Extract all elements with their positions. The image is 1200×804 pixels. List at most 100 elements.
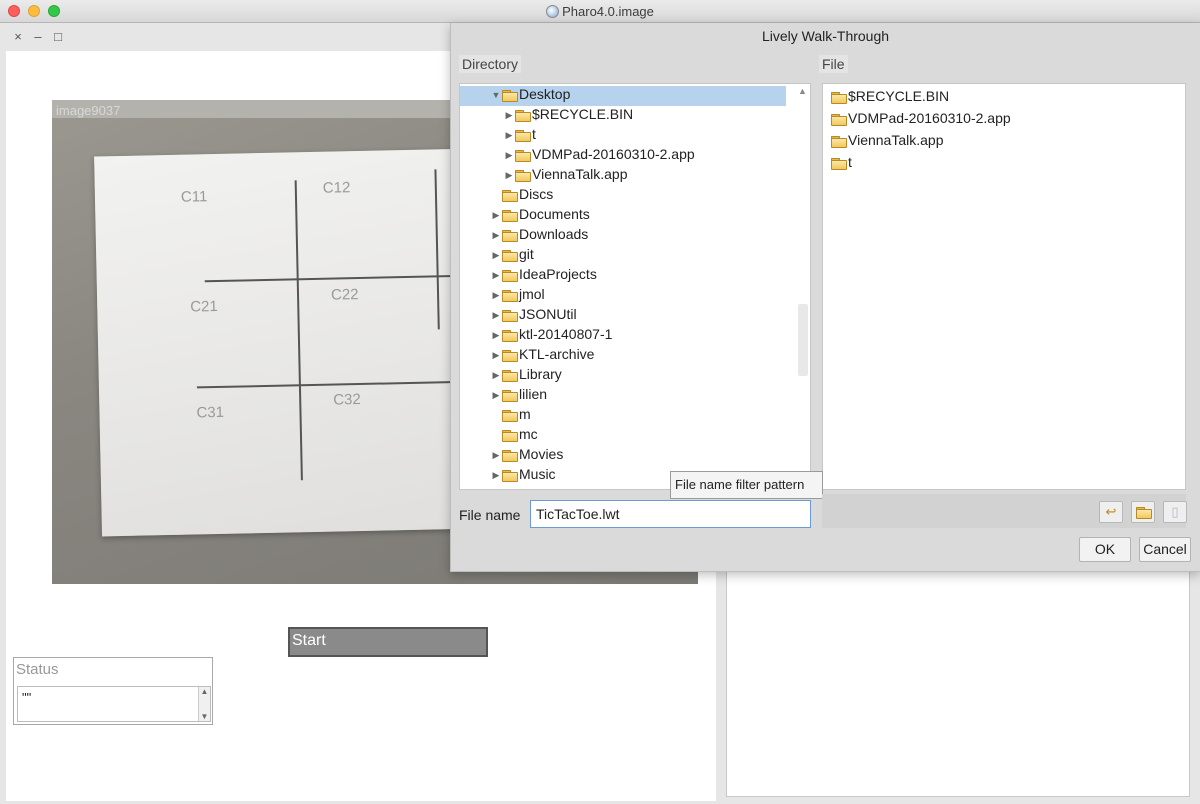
ok-button[interactable]: OK [1079,537,1131,562]
folder-icon [515,110,531,122]
directory-item[interactable]: ▶ ktl-20140807-1 [460,326,612,346]
directory-item[interactable]: ▶ $RECYCLE.BIN [460,106,633,126]
expand-arrow-icon[interactable]: ▶ [490,290,502,301]
directory-item[interactable]: mc [460,426,538,446]
directory-item-label: KTL-archive [519,346,595,362]
directory-item[interactable]: ▶ Music [460,466,556,486]
status-text-field[interactable]: "" ▲ ▼ [17,686,211,722]
cell-label-c12: C12 [322,179,351,197]
directory-scrollbar[interactable]: ▲ [796,84,810,489]
maximize-icon[interactable]: □ [50,29,66,44]
trash-icon[interactable]: ▯ [1163,501,1187,523]
folder-icon [831,158,847,170]
directory-item[interactable]: m [460,406,531,426]
directory-item-label: VDMPad-20160310-2.app [532,146,695,162]
directory-item-label: lilien [519,386,548,402]
secondary-pane [726,563,1190,797]
directory-item[interactable]: ▶ Movies [460,446,563,466]
open-folder-icon[interactable] [1131,501,1155,523]
expand-arrow-icon[interactable]: ▶ [490,390,502,401]
expand-arrow-icon[interactable]: ▶ [503,130,515,141]
directory-item[interactable]: ▶ IdeaProjects [460,266,597,286]
file-item[interactable]: t [831,154,852,174]
directory-item[interactable]: ▶ lilien [460,386,547,406]
folder-icon [515,170,531,182]
directory-item[interactable]: Discs [460,186,553,206]
app-title: Pharo4.0.image [0,4,1200,19]
collapse-arrow-icon[interactable]: ▼ [490,90,502,100]
directory-item-label: IdeaProjects [519,266,597,282]
start-button[interactable]: Start [288,627,488,657]
folder-icon [1135,507,1152,519]
expand-arrow-icon[interactable]: ▶ [490,310,502,321]
directory-item[interactable]: ▶ git [460,246,534,266]
directory-item[interactable]: ▶ VDMPad-20160310-2.app [460,146,695,166]
file-item-label: VDMPad-20160310-2.app [848,110,1011,126]
scrollbar-thumb[interactable] [798,304,808,376]
expand-arrow-icon[interactable]: ▶ [503,170,515,181]
directory-item[interactable]: ▶ Documents [460,206,590,226]
folder-icon [502,430,518,442]
directory-item[interactable]: ▶ KTL-archive [460,346,594,366]
expand-arrow-icon[interactable]: ▶ [490,470,502,481]
folder-icon [831,136,847,148]
scroll-down-icon[interactable]: ▼ [199,712,210,721]
directory-item-label: mc [519,426,538,442]
directory-item[interactable]: ▶ JSONUtil [460,306,577,326]
status-panel: Status "" ▲ ▼ [13,657,213,725]
expand-arrow-icon[interactable]: ▶ [490,210,502,221]
directory-item[interactable]: ▶ Library [460,366,562,386]
folder-icon [515,150,531,162]
folder-icon [502,450,518,462]
directory-item[interactable]: ▶ jmol [460,286,545,306]
app-title-text: Pharo4.0.image [562,4,654,19]
cancel-button[interactable]: Cancel [1139,537,1191,562]
expand-arrow-icon[interactable]: ▶ [490,270,502,281]
expand-arrow-icon[interactable]: ▶ [490,450,502,461]
file-list: $RECYCLE.BIN VDMPad-20160310-2.app ViennaT… [822,83,1186,490]
cell-label-c21: C21 [190,297,218,316]
file-toolbar: ↩ ▯ [822,494,1187,528]
directory-item-label: Movies [519,446,564,462]
go-back-icon[interactable]: ↩ [1099,501,1123,523]
directory-item-label: $RECYCLE.BIN [532,106,634,122]
status-value: "" [22,690,32,705]
file-item[interactable]: $RECYCLE.BIN [831,88,949,108]
folder-icon [502,350,518,362]
directory-item-label: Music [519,466,556,482]
directory-tree: ▼ Desktop ▶ $RECYCLE.BIN ▶ t ▶ VDMPad-20160310-… [459,83,811,490]
status-label: Status [16,661,59,678]
expand-arrow-icon[interactable]: ▶ [490,350,502,361]
directory-item-label: JSONUtil [519,306,577,322]
folder-icon [502,250,518,262]
folder-icon [502,390,518,402]
directory-item[interactable]: ▼ Desktop [460,86,786,106]
directory-item-label: ktl-20140807-1 [519,326,613,342]
folder-icon [502,330,518,342]
window-controls: × – □ [10,29,70,44]
expand-arrow-icon[interactable]: ▶ [490,330,502,341]
expand-arrow-icon[interactable]: ▶ [503,150,515,161]
directory-item[interactable]: ▶ Downloads [460,226,588,246]
file-name-tooltip: File name filter pattern [670,471,823,499]
directory-item-label: ViennaTalk.app [532,166,628,182]
directory-item[interactable]: ▶ t [460,126,536,146]
expand-arrow-icon[interactable]: ▶ [490,250,502,261]
status-scrollbar[interactable]: ▲ ▼ [198,687,210,721]
directory-item[interactable]: ▶ ViennaTalk.app [460,166,627,186]
cell-label-c11: C11 [180,188,208,206]
directory-item-label: git [519,246,534,262]
image-label: image9037 [56,103,121,118]
file-item[interactable]: VDMPad-20160310-2.app [831,110,1011,130]
expand-arrow-icon[interactable]: ▶ [490,370,502,381]
expand-arrow-icon[interactable]: ▶ [503,110,515,121]
cell-label-c32: C32 [333,391,361,409]
directory-item-label: m [519,406,531,422]
minimize-icon[interactable]: – [30,29,46,44]
file-item[interactable]: ViennaTalk.app [831,132,943,152]
expand-arrow-icon[interactable]: ▶ [490,230,502,241]
scroll-up-icon[interactable]: ▲ [798,86,807,96]
close-icon[interactable]: × [10,29,26,44]
file-name-input[interactable] [530,500,811,528]
scroll-up-icon[interactable]: ▲ [199,687,210,696]
